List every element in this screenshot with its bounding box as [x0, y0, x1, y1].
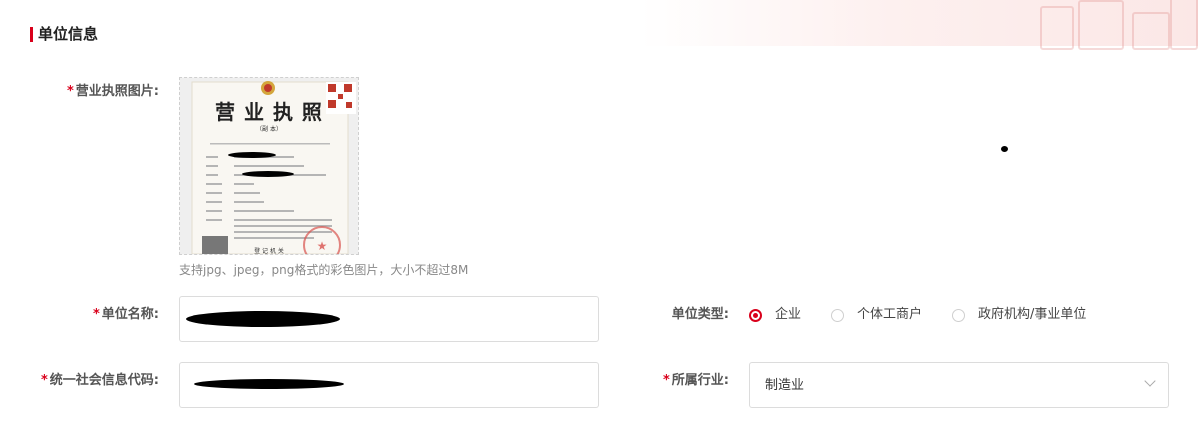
required-mark: *	[66, 84, 74, 99]
redaction-mark	[186, 311, 340, 327]
company-name-input[interactable]	[179, 296, 599, 342]
section-accent-bar	[30, 27, 33, 42]
radio-enterprise-label[interactable]: 企业	[775, 305, 801, 325]
section-title: 单位信息	[38, 25, 99, 43]
industry-select-value: 制造业	[765, 378, 805, 393]
credit-code-input[interactable]	[179, 362, 599, 408]
stray-dot	[1001, 146, 1008, 152]
license-upload-preview[interactable]: ★ 营 业 执 照 （副 本） 登 记 机 关	[179, 77, 359, 255]
radio-government[interactable]	[952, 308, 966, 322]
company-name-label: 单位名称:	[101, 307, 159, 322]
credit-code-label-wrap: * 统一社会信息代码:	[0, 371, 159, 391]
industry-select[interactable]: 制造业	[749, 362, 1169, 408]
radio-individual-business[interactable]	[831, 308, 845, 322]
required-mark: *	[40, 373, 48, 388]
header-decoration	[640, 0, 1198, 50]
license-label-wrap: * 营业执照图片:	[40, 82, 159, 102]
radio-individual-business-label[interactable]: 个体工商户	[857, 305, 922, 325]
upload-hint: 支持jpg、jpeg，png格式的彩色图片，大小不超过8M	[179, 263, 469, 277]
industry-label: 所属行业:	[671, 373, 729, 388]
unit-type-label: 单位类型:	[671, 307, 729, 322]
redaction-mark	[194, 379, 344, 389]
license-bottom-text: 登 记 机 关	[254, 248, 284, 255]
company-name-label-wrap: * 单位名称:	[40, 305, 159, 325]
credit-code-label: 统一社会信息代码:	[49, 373, 159, 388]
radio-enterprise[interactable]	[749, 308, 762, 322]
radio-government-label[interactable]: 政府机构/事业单位	[978, 305, 1086, 325]
license-copy-label: （副 本）	[256, 126, 282, 133]
license-heading: 营 业 执 照	[215, 100, 323, 124]
required-mark: *	[662, 373, 670, 388]
required-mark: *	[92, 307, 100, 322]
chevron-down-icon	[1144, 375, 1156, 387]
license-label: 营业执照图片:	[75, 84, 159, 99]
industry-label-wrap: * 所属行业:	[620, 371, 729, 391]
unit-type-radio-group: 企业 个体工商户 政府机构/事业单位	[749, 305, 1086, 325]
